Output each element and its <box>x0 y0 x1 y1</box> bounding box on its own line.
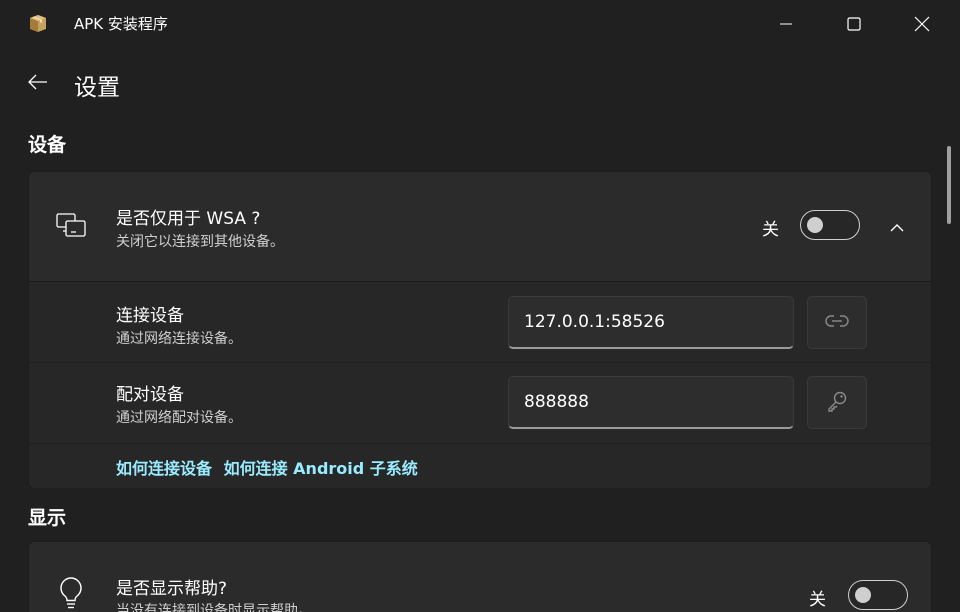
minimize-button[interactable] <box>752 0 820 48</box>
key-icon <box>825 389 849 417</box>
pairing-code-input[interactable] <box>508 376 794 429</box>
connect-device-title: 连接设备 <box>116 306 184 326</box>
devices-icon <box>53 208 89 244</box>
wsa-card-header[interactable]: 是否仅用于 WSA ? 关闭它以连接到其他设备。 关 <box>29 172 931 280</box>
title-bar: APK 安装程序 <box>0 0 960 48</box>
how-to-connect-device-link[interactable]: 如何连接设备 <box>116 459 212 478</box>
vertical-scrollbar[interactable] <box>947 146 951 224</box>
row-divider <box>29 443 931 444</box>
wsa-settings-card: 是否仅用于 WSA ? 关闭它以连接到其他设备。 关 连接设备 通过网络连接设备… <box>28 171 932 488</box>
help-toggle-switch[interactable] <box>848 580 908 610</box>
wsa-toggle-switch[interactable] <box>800 210 860 240</box>
help-card-title: 是否显示帮助? <box>116 579 228 599</box>
how-to-connect-android-link[interactable]: 如何连接 Android 子系统 <box>224 459 418 478</box>
section-title-device: 设备 <box>28 134 67 156</box>
toggle-knob <box>855 587 871 603</box>
collapse-button[interactable] <box>881 210 913 242</box>
help-card-description: 当没有连接到设备时显示帮助。 <box>116 603 312 612</box>
connect-button[interactable] <box>807 296 867 349</box>
pair-device-row: 配对设备 通过网络配对设备。 <box>29 363 931 443</box>
pair-button[interactable] <box>807 376 867 429</box>
back-button[interactable] <box>24 70 52 98</box>
toggle-knob <box>807 217 823 233</box>
section-title-display: 显示 <box>28 507 67 529</box>
pair-device-title: 配对设备 <box>116 385 184 405</box>
window-title: APK 安装程序 <box>74 15 168 33</box>
chevron-up-icon <box>890 217 904 236</box>
page-title: 设置 <box>74 75 120 101</box>
connect-address-input[interactable] <box>508 296 794 349</box>
connect-device-description: 通过网络连接设备。 <box>116 331 242 347</box>
back-arrow-icon <box>28 74 48 94</box>
help-links: 如何连接设备 如何连接 Android 子系统 <box>116 455 418 479</box>
link-icon <box>825 313 849 332</box>
pair-device-description: 通过网络配对设备。 <box>116 410 242 426</box>
connect-device-row: 连接设备 通过网络连接设备。 <box>29 282 931 362</box>
close-button[interactable] <box>888 0 956 48</box>
wsa-card-title: 是否仅用于 WSA ? <box>116 209 261 229</box>
wsa-toggle-state-label: 关 <box>762 220 779 240</box>
wsa-card-expanded-body: 连接设备 通过网络连接设备。 配对设备 通过网络配对设备。 <box>29 281 931 488</box>
help-toggle-state-label: 关 <box>809 590 826 610</box>
maximize-button[interactable] <box>820 0 888 48</box>
package-box-icon <box>27 12 49 34</box>
wsa-card-description: 关闭它以连接到其他设备。 <box>116 234 284 250</box>
lightbulb-icon <box>53 575 89 611</box>
help-settings-card: 是否显示帮助? 当没有连接到设备时显示帮助。 关 <box>28 541 932 612</box>
